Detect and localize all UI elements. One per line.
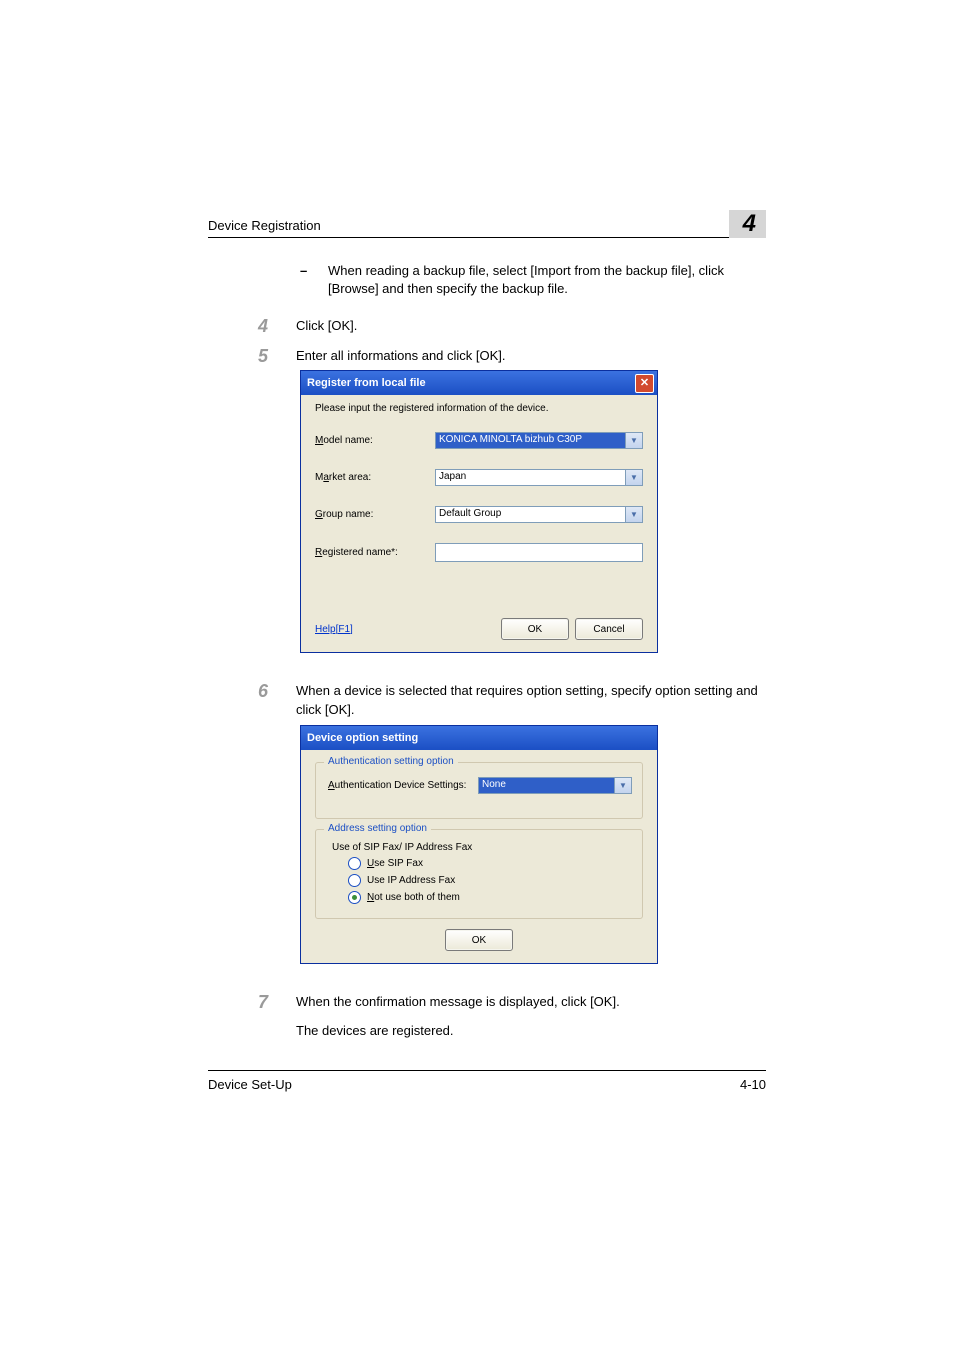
address-fieldset: Address setting option Use of SIP Fax/ I… xyxy=(315,829,643,919)
step-text-2: The devices are registered. xyxy=(296,1021,766,1040)
close-icon[interactable]: ✕ xyxy=(635,374,654,393)
page-header: Device Registration 4 xyxy=(208,210,766,238)
radio-icon xyxy=(348,857,361,870)
radio-icon xyxy=(348,874,361,887)
footer-right: 4-10 xyxy=(740,1077,766,1092)
dialog-titlebar: Register from local file ✕ xyxy=(301,371,657,395)
page-footer: Device Set-Up 4-10 xyxy=(208,1070,766,1092)
registered-name-input[interactable] xyxy=(435,543,643,562)
radio-ip-address-fax[interactable]: Use IP Address Fax xyxy=(348,874,632,887)
ok-button[interactable]: OK xyxy=(501,618,569,640)
radio-label: Use SIP Fax xyxy=(367,858,423,869)
radio-not-use[interactable]: Not use both of them xyxy=(348,891,632,904)
group-name-value: Default Group xyxy=(435,506,625,523)
radio-sip-fax[interactable]: Use SIP Fax xyxy=(348,857,632,870)
market-area-combo[interactable]: Japan ▼ xyxy=(435,469,643,486)
auth-device-label: Authentication Device Settings: xyxy=(328,780,478,791)
registered-name-label: Registered name*: xyxy=(315,547,435,558)
sub-bullet: – When reading a backup file, select [Im… xyxy=(300,262,766,298)
cancel-button[interactable]: Cancel xyxy=(575,618,643,640)
auth-legend: Authentication setting option xyxy=(324,756,458,767)
chevron-down-icon[interactable]: ▼ xyxy=(625,469,643,486)
group-name-combo[interactable]: Default Group ▼ xyxy=(435,506,643,523)
bullet-dash: – xyxy=(300,262,328,298)
model-name-combo[interactable]: KONICA MINOLTA bizhub C30P ▼ xyxy=(435,432,643,449)
register-dialog: Register from local file ✕ Please input … xyxy=(300,370,658,653)
dialog-instruction: Please input the registered information … xyxy=(315,403,643,414)
device-option-dialog: Device option setting Authentication set… xyxy=(300,725,658,964)
step-body: When the confirmation message is display… xyxy=(296,992,766,1040)
step-number: 6 xyxy=(208,681,296,719)
step-6: 6 When a device is selected that require… xyxy=(208,681,766,719)
dialog-title: Register from local file xyxy=(307,377,426,389)
step-7: 7 When the confirmation message is displ… xyxy=(208,992,766,1040)
radio-label: Use IP Address Fax xyxy=(367,875,455,886)
chevron-down-icon[interactable]: ▼ xyxy=(625,506,643,523)
step-body: Click [OK]. xyxy=(296,316,766,336)
market-area-label: Market area: xyxy=(315,472,435,483)
step-number: 4 xyxy=(208,316,296,336)
chevron-down-icon[interactable]: ▼ xyxy=(625,432,643,449)
ok-button[interactable]: OK xyxy=(445,929,513,951)
model-name-label: Model name: xyxy=(315,435,435,446)
chevron-down-icon[interactable]: ▼ xyxy=(614,777,632,794)
step-number: 5 xyxy=(208,346,296,366)
radio-icon xyxy=(348,891,361,904)
step-4: 4 Click [OK]. xyxy=(208,316,766,336)
step-body: When a device is selected that requires … xyxy=(296,681,766,719)
section-title: Device Registration xyxy=(208,218,321,237)
help-link[interactable]: Help[F1] xyxy=(315,624,353,635)
market-area-value: Japan xyxy=(435,469,625,486)
address-subhead: Use of SIP Fax/ IP Address Fax xyxy=(332,842,632,853)
step-text: When the confirmation message is display… xyxy=(296,992,766,1011)
dialog-titlebar: Device option setting xyxy=(301,726,657,750)
auth-device-value: None xyxy=(478,777,614,794)
bullet-text: When reading a backup file, select [Impo… xyxy=(328,262,766,298)
chapter-number: 4 xyxy=(729,210,766,238)
step-number: 7 xyxy=(208,992,296,1040)
dialog-title: Device option setting xyxy=(307,732,418,744)
address-legend: Address setting option xyxy=(324,823,431,834)
auth-fieldset: Authentication setting option Authentica… xyxy=(315,762,643,819)
step-body: Enter all informations and click [OK]. xyxy=(296,346,766,366)
footer-left: Device Set-Up xyxy=(208,1077,292,1092)
group-name-label: Group name: xyxy=(315,509,435,520)
step-5: 5 Enter all informations and click [OK]. xyxy=(208,346,766,366)
auth-device-combo[interactable]: None ▼ xyxy=(478,777,632,794)
radio-label: Not use both of them xyxy=(367,892,460,903)
model-name-value: KONICA MINOLTA bizhub C30P xyxy=(435,432,625,449)
